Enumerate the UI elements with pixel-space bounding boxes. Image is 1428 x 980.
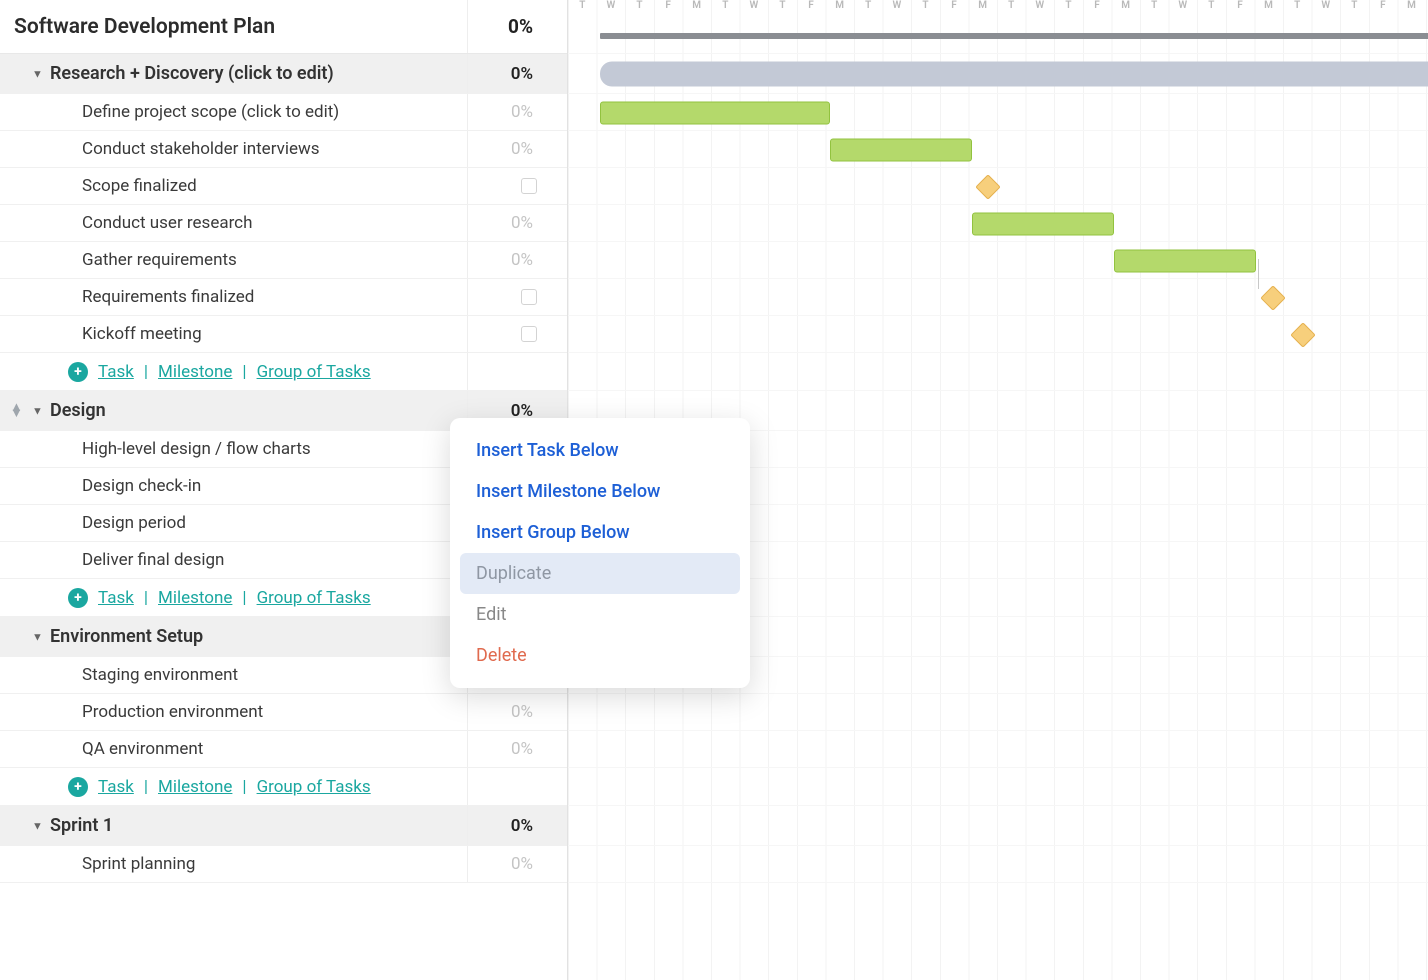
add-group-link[interactable]: Group of Tasks (257, 588, 371, 608)
task-name[interactable]: Sprint planning (0, 846, 467, 882)
task-name[interactable]: Gather requirements (0, 242, 467, 278)
task-name[interactable]: Requirements finalized (0, 279, 467, 315)
group-name[interactable]: Design (0, 391, 467, 430)
task-name[interactable]: Scope finalized (0, 168, 467, 204)
task-name[interactable]: QA environment (0, 731, 467, 767)
task-row[interactable]: QA environment 0% (0, 731, 567, 768)
task-name[interactable]: Design check-in (0, 468, 467, 504)
group-progress: 0% (467, 54, 567, 93)
add-row: + Task | Milestone | Group of Tasks (0, 353, 567, 391)
milestone-checkbox[interactable] (521, 178, 537, 194)
task-name[interactable]: Kickoff meeting (0, 316, 467, 352)
gantt-milestone-diamond[interactable] (1290, 322, 1315, 347)
add-task-link[interactable]: Task (98, 588, 134, 608)
plan-progress: 0% (467, 0, 567, 53)
group-name[interactable]: Environment Setup (0, 617, 467, 656)
milestone-check-cell (467, 279, 567, 315)
task-progress: 0% (467, 694, 567, 730)
app-root: Software Development Plan 0% ▼ Research … (0, 0, 1428, 980)
menu-insert-milestone[interactable]: Insert Milestone Below (460, 471, 740, 512)
plan-title-row: Software Development Plan 0% (0, 0, 567, 54)
task-name[interactable]: Staging environment (0, 657, 467, 693)
gantt-task-bar[interactable] (830, 138, 972, 161)
task-row[interactable]: Conduct user research 0% (0, 205, 567, 242)
gantt-task-bar[interactable] (600, 101, 830, 124)
gantt-task-bar[interactable] (972, 212, 1114, 235)
task-row[interactable]: Requirements finalized (0, 279, 567, 316)
task-name[interactable]: High-level design / flow charts (0, 431, 467, 467)
plan-title[interactable]: Software Development Plan (0, 0, 467, 53)
group-row-research[interactable]: ▼ Research + Discovery (click to edit) 0… (0, 54, 567, 94)
chevron-down-icon[interactable]: ▼ (32, 819, 43, 832)
context-menu: Insert Task Below Insert Milestone Below… (450, 418, 750, 688)
milestone-checkbox[interactable] (521, 326, 537, 342)
task-name[interactable]: Deliver final design (0, 542, 467, 578)
add-milestone-link[interactable]: Milestone (158, 588, 232, 608)
add-task-link[interactable]: Task (98, 777, 134, 797)
task-name[interactable]: Define project scope (click to edit) (0, 94, 467, 130)
chevron-down-icon[interactable]: ▼ (32, 404, 43, 417)
gantt-milestone-diamond[interactable] (975, 174, 1000, 199)
gantt-summary-bar[interactable] (600, 33, 1428, 39)
task-row[interactable]: Scope finalized (0, 168, 567, 205)
task-row[interactable]: Conduct stakeholder interviews 0% (0, 131, 567, 168)
add-row: + Task | Milestone | Group of Tasks (0, 768, 567, 806)
menu-duplicate[interactable]: Duplicate (460, 553, 740, 594)
task-progress: 0% (467, 131, 567, 167)
task-progress: 0% (467, 242, 567, 278)
plus-circle-icon[interactable]: + (68, 362, 88, 382)
task-row[interactable]: Kickoff meeting (0, 316, 567, 353)
add-group-link[interactable]: Group of Tasks (257, 362, 371, 382)
task-progress: 0% (467, 846, 567, 882)
add-milestone-link[interactable]: Milestone (158, 362, 232, 382)
milestone-check-cell (467, 316, 567, 352)
task-progress: 0% (467, 94, 567, 130)
milestone-check-cell (467, 168, 567, 204)
task-row[interactable]: Define project scope (click to edit) 0% (0, 94, 567, 131)
chevron-down-icon[interactable]: ▼ (32, 630, 43, 643)
gantt-milestone-diamond[interactable] (1260, 285, 1285, 310)
task-name[interactable]: Production environment (0, 694, 467, 730)
task-name[interactable]: Conduct stakeholder interviews (0, 131, 467, 167)
plus-circle-icon[interactable]: + (68, 777, 88, 797)
menu-insert-task[interactable]: Insert Task Below (460, 430, 740, 471)
task-progress: 0% (467, 205, 567, 241)
task-row[interactable]: Production environment 0% (0, 694, 567, 731)
dependency-connector (1258, 259, 1259, 289)
menu-delete[interactable]: Delete (460, 635, 740, 676)
gantt-group-bar[interactable] (600, 62, 1428, 87)
drag-handle-icon[interactable]: ▲▼ (10, 405, 23, 417)
add-group-link[interactable]: Group of Tasks (257, 777, 371, 797)
task-row[interactable]: Sprint planning 0% (0, 846, 567, 883)
group-row-sprint-1[interactable]: ▼ Sprint 1 0% (0, 806, 567, 846)
task-row[interactable]: Gather requirements 0% (0, 242, 567, 279)
task-name[interactable]: Design period (0, 505, 467, 541)
add-milestone-link[interactable]: Milestone (158, 777, 232, 797)
milestone-checkbox[interactable] (521, 289, 537, 305)
plus-circle-icon[interactable]: + (68, 588, 88, 608)
group-progress: 0% (467, 806, 567, 845)
task-name[interactable]: Conduct user research (0, 205, 467, 241)
menu-insert-group[interactable]: Insert Group Below (460, 512, 740, 553)
gantt-task-bar[interactable] (1114, 249, 1256, 272)
chevron-down-icon[interactable]: ▼ (32, 67, 43, 80)
task-progress: 0% (467, 731, 567, 767)
add-task-link[interactable]: Task (98, 362, 134, 382)
group-name[interactable]: Sprint 1 (0, 806, 467, 845)
group-name[interactable]: Research + Discovery (click to edit) (0, 54, 467, 93)
menu-edit[interactable]: Edit (460, 594, 740, 635)
